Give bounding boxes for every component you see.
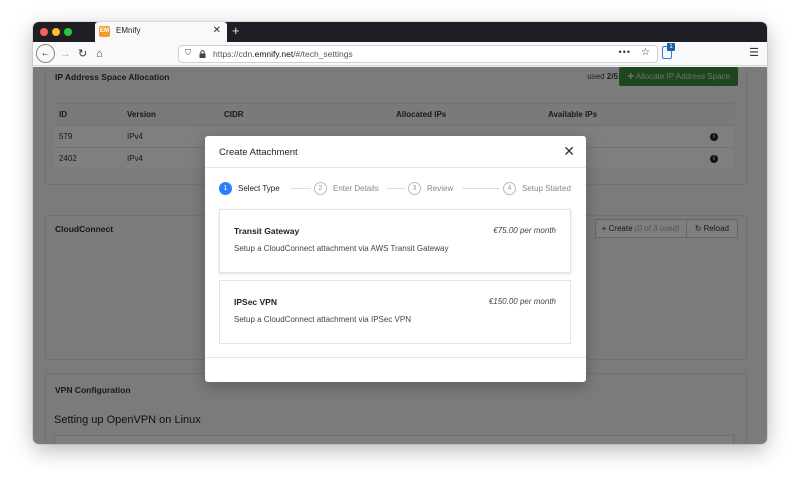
home-icon[interactable]: ⌂ (96, 47, 103, 61)
step-label: Enter Details (333, 184, 379, 193)
option-description: Setup a CloudConnect attachment via AWS … (234, 244, 449, 253)
option-price: €75.00 per month (493, 226, 556, 235)
reload-icon[interactable]: ↻ (78, 47, 87, 61)
back-icon[interactable]: ← (36, 44, 55, 63)
step-label: Setup Started (522, 184, 571, 193)
step-number: 1 (219, 182, 232, 195)
option-price: €150.00 per month (488, 297, 556, 306)
option-title: IPSec VPN (234, 297, 277, 307)
browser-tab[interactable]: EM EMnify ✕ (95, 22, 227, 42)
step-label: Select Type (238, 184, 280, 193)
step-connector (462, 188, 500, 189)
more-icon[interactable]: ••• (619, 47, 631, 57)
step-number: 4 (503, 182, 516, 195)
emnify-favicon-icon: EM (99, 26, 110, 37)
modal-footer-divider (205, 357, 586, 358)
modal-title: Create Attachment (219, 147, 298, 158)
step-number: 2 (314, 182, 327, 195)
option-description: Setup a CloudConnect attachment via IPSe… (234, 315, 411, 324)
navigation-bar: ← → ↻ ⌂ ⛉ https://cdn.emnify.net/#/tech_… (33, 42, 767, 66)
option-ipsec-vpn[interactable]: IPSec VPN €150.00 per month Setup a Clou… (219, 280, 571, 344)
shield-icon[interactable]: ⛉ (185, 48, 191, 58)
extension-badge: 1 (667, 43, 675, 51)
step-label: Review (427, 184, 454, 193)
new-tab-button[interactable]: + (232, 24, 240, 38)
option-title: Transit Gateway (234, 226, 300, 236)
step-number: 3 (408, 182, 421, 195)
browser-window: EM EMnify ✕ + ← → ↻ ⌂ ⛉ https://cdn.emni… (33, 22, 767, 444)
option-transit-gateway[interactable]: Transit Gateway €75.00 per month Setup a… (219, 209, 571, 273)
wizard-steps: 1 Select Type 2 Enter Details 3 Review 4… (219, 181, 572, 197)
star-icon[interactable]: ☆ (641, 47, 650, 58)
maximize-window-button[interactable] (64, 28, 72, 36)
tab-close-icon[interactable]: ✕ (213, 25, 221, 37)
address-bar[interactable]: ⛉ https://cdn.emnify.net/#/tech_settings… (178, 45, 658, 63)
create-attachment-modal: Create Attachment ✕ 1 Select Type 2 Ente… (205, 136, 586, 382)
tab-title: EMnify (116, 26, 141, 35)
close-window-button[interactable] (40, 28, 48, 36)
close-icon[interactable]: ✕ (563, 143, 575, 159)
step-connector (291, 188, 311, 189)
tab-bar: EM EMnify ✕ + (33, 22, 767, 42)
url-text: https://cdn.emnify.net/#/tech_settings (213, 49, 353, 59)
minimize-window-button[interactable] (52, 28, 60, 36)
forward-icon[interactable]: → (60, 47, 71, 61)
page-content: IP Address Space Allocation used 2/5 ✚ A… (33, 67, 767, 444)
menu-icon[interactable]: ☰ (749, 46, 759, 59)
step-connector (387, 188, 405, 189)
lock-icon[interactable] (199, 50, 206, 58)
modal-header: Create Attachment ✕ (205, 136, 586, 168)
